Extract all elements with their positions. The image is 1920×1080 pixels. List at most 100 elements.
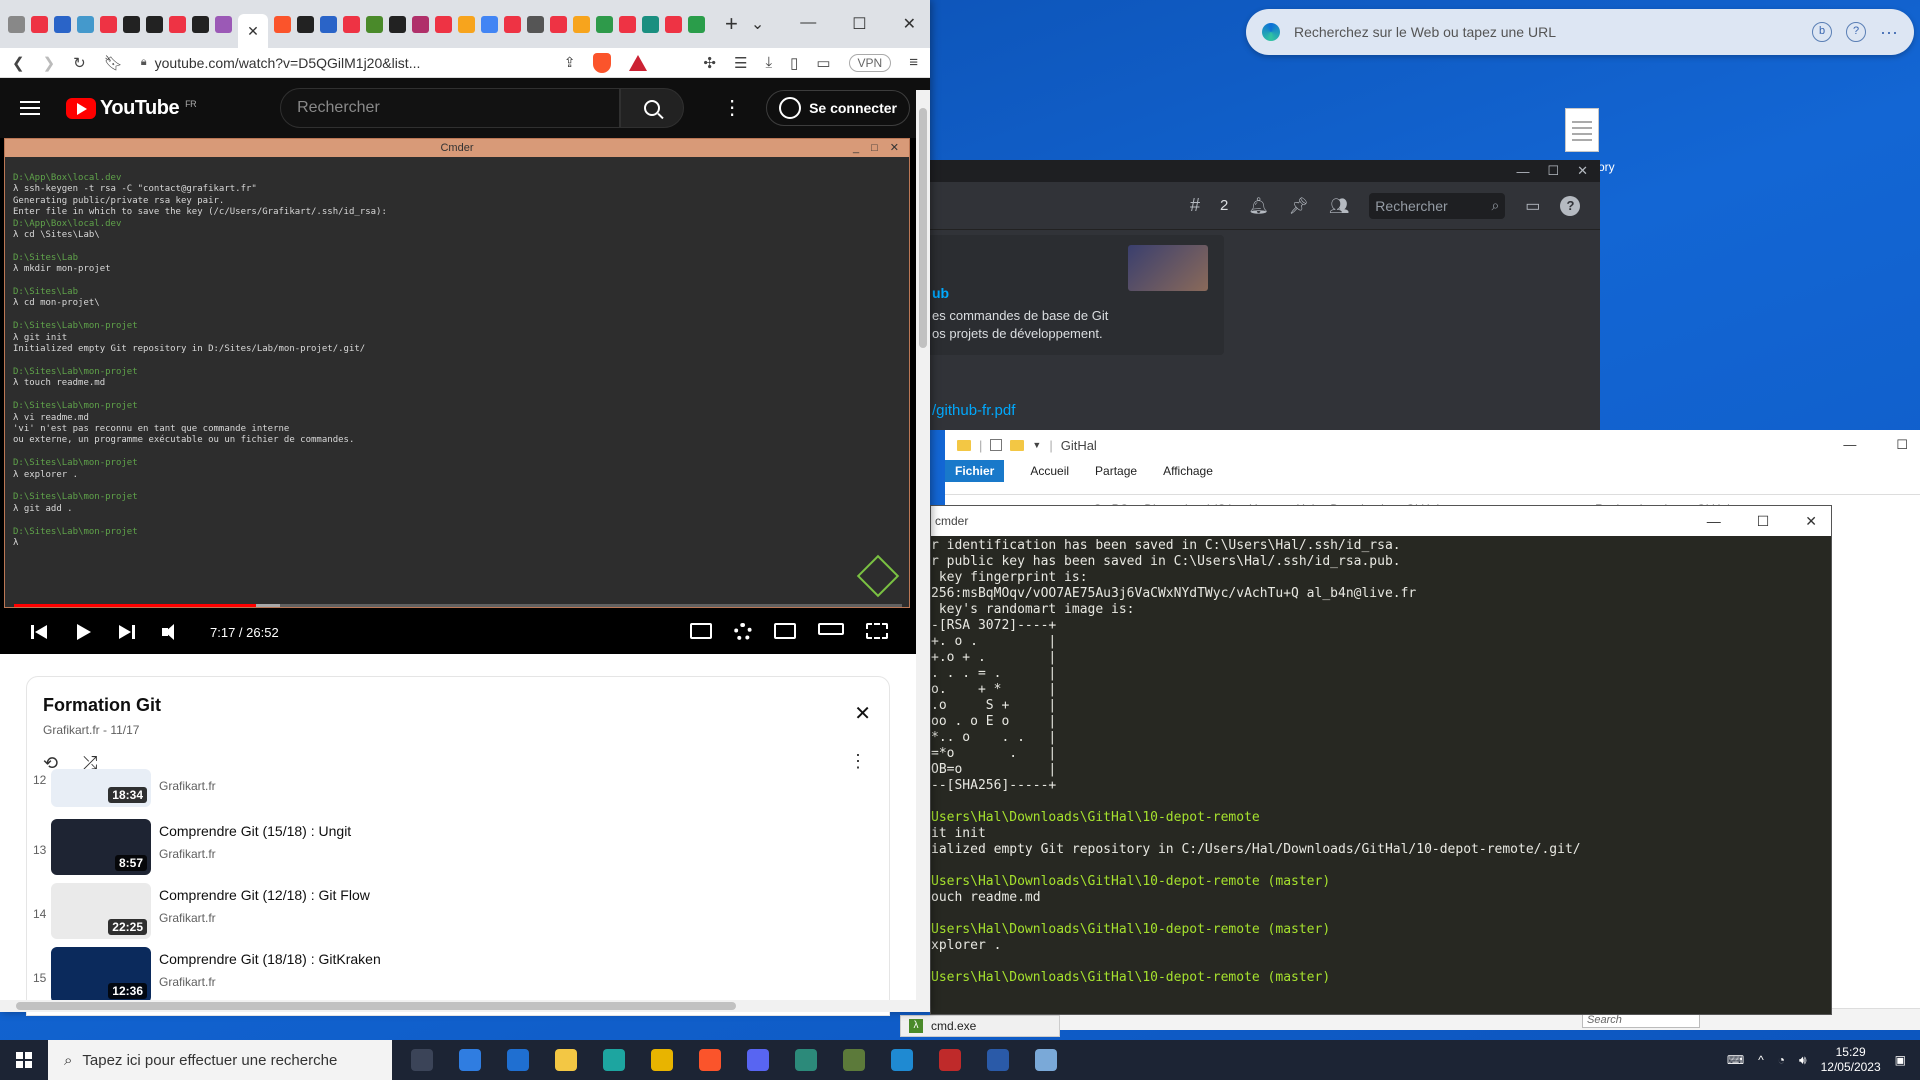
tab-favicon[interactable] [215,15,232,33]
close-icon[interactable]: ✕ [903,14,916,34]
vscode-taskbar-button[interactable] [886,1044,918,1076]
playlist-item[interactable]: 14 22:25 Comprendre Git (12/18) : Git Fl… [27,883,889,947]
tab-favicon[interactable] [504,15,521,33]
volume-icon[interactable]: 🔊︎ [1799,1053,1807,1068]
dropdown-icon[interactable]: ▼ [1032,440,1041,450]
bell-icon[interactable]: 🔔︎ [1248,196,1268,216]
reload-icon[interactable]: ↻ [73,54,86,72]
members-icon[interactable]: 👥︎ [1329,196,1349,216]
tab-favicon[interactable] [320,15,337,33]
discord-search-input[interactable]: Rechercher ⌕ [1369,192,1506,219]
tab-fichier[interactable]: Fichier [945,460,1005,482]
menu-icon[interactable]: ≡ [909,54,918,71]
close-icon[interactable]: ✕ [1805,513,1817,530]
volume-icon[interactable] [160,621,182,643]
threads-icon[interactable]: # [1190,195,1200,216]
more-options-icon[interactable]: ⋮ [849,751,867,772]
inbox-icon[interactable]: ▭ [1525,196,1540,216]
tab-favicon[interactable] [481,15,498,33]
playlist-item[interactable]: 13 8:57 Comprendre Git (15/18) : Ungit G… [27,819,889,883]
extensions-icon[interactable]: ✣ [703,54,716,72]
video-title[interactable]: Comprendre Git (18/18) : GitKraken [159,951,381,967]
notepad-taskbar-button[interactable] [1030,1044,1062,1076]
close-icon[interactable]: ✕ [854,701,871,726]
tab-favicon[interactable] [146,15,163,33]
download-icon[interactable]: ⤓ [765,54,772,71]
tab-favicon[interactable] [77,15,94,33]
tab-favicon[interactable] [169,15,186,33]
task-view-taskbar-button[interactable] [406,1044,438,1076]
taskbar-search-input[interactable]: ⌕ Tapez ici pour effectuer une recherche [48,1040,392,1080]
tab-favicon[interactable] [31,15,48,33]
forward-icon[interactable]: ❯ [43,54,56,72]
video-player[interactable]: Cmder _ □ ✕ D:\App\Box\local.dev λ ssh-key… [0,138,916,654]
tab-favicon[interactable] [665,15,682,33]
brave-shield-icon[interactable] [593,52,612,73]
maximize-icon[interactable]: ☐ [852,14,866,34]
help-icon[interactable]: ? [1846,22,1867,42]
tab-favicon[interactable] [619,15,636,33]
tab-favicon[interactable] [596,15,613,33]
video-thumbnail[interactable]: 18:34 [51,769,151,807]
checkbox-icon[interactable] [990,439,1003,451]
tab-favicon[interactable] [54,15,71,33]
brave-taskbar-button[interactable] [694,1044,726,1076]
playlist-title[interactable]: Formation Git [43,695,161,716]
pdf-link[interactable]: /github-fr.pdf [932,402,1015,419]
tab-favicon[interactable] [100,15,117,33]
vpn-button[interactable]: VPN [848,53,892,72]
share-icon[interactable]: ⇪ [564,54,576,71]
taskbar-clock[interactable]: 15:29 12/05/2023 [1821,1045,1881,1075]
tab-favicon[interactable] [412,15,429,33]
video-progress-bar[interactable] [14,604,902,607]
embed-thumbnail[interactable] [1128,245,1208,291]
theater-mode-icon[interactable] [818,623,844,635]
bookmark-icon[interactable]: 🔖︎ [104,54,123,72]
next-icon[interactable] [116,621,138,643]
tab-favicon[interactable] [573,15,590,33]
scrollbar-thumb[interactable] [919,108,927,348]
youtube-logo[interactable]: YouTube FR [66,97,197,120]
previous-icon[interactable] [28,621,50,643]
cmder-console-tab[interactable]: λ cmd.exe [900,1015,1060,1037]
powershell-taskbar-button[interactable] [982,1044,1014,1076]
channel-name[interactable]: Grafikart.fr [159,847,216,861]
fullscreen-icon[interactable] [866,623,888,639]
new-tab-button[interactable]: + [725,11,738,37]
tab-accueil[interactable]: Accueil [1030,464,1069,478]
help-icon[interactable]: ? [1560,195,1581,216]
miniplayer-icon[interactable] [774,623,796,639]
gitkraken-taskbar-button[interactable] [790,1044,822,1076]
maximize-icon[interactable]: ☐ [1547,163,1559,179]
video-thumbnail[interactable]: 8:57 [51,819,151,875]
network-icon[interactable]: ◔ [1778,1053,1785,1067]
store-taskbar-button[interactable] [454,1044,486,1076]
embed-title[interactable]: ub [932,285,949,301]
play-icon[interactable] [72,621,94,643]
tab-favicon[interactable] [123,15,140,33]
keyboard-icon[interactable]: ⌨ [1727,1053,1744,1067]
tab-favicon[interactable] [366,15,383,33]
tab-favicon[interactable] [688,15,705,33]
mail-taskbar-button[interactable] [502,1044,534,1076]
video-thumbnail[interactable]: 22:25 [51,883,151,939]
pin-icon[interactable]: 📌︎ [1289,196,1309,216]
more-icon[interactable]: ··· [1880,22,1898,43]
discord-taskbar-button[interactable] [742,1044,774,1076]
youtube-search-input[interactable]: Rechercher [280,88,621,128]
chevron-up-icon[interactable]: ^ [1758,1053,1764,1067]
horizontal-scrollbar[interactable] [0,1000,916,1012]
tab-affichage[interactable]: Affichage [1163,464,1213,478]
channel-name[interactable]: Grafikart.fr [159,779,216,793]
tab-favicon[interactable] [297,15,314,33]
tab-favicon[interactable] [8,15,25,33]
minimize-icon[interactable]: — [1843,437,1856,453]
bing-icon[interactable]: b [1812,22,1833,42]
video-title[interactable]: Comprendre Git (12/18) : Git Flow [159,887,370,903]
tab-favicon[interactable] [458,15,475,33]
channel-name[interactable]: Grafikart.fr [159,975,216,989]
tab-favicon[interactable] [274,15,291,33]
vertical-scrollbar[interactable] [916,90,930,1012]
subtitles-icon[interactable] [690,623,712,639]
video-thumbnail[interactable]: 12:36 [51,947,151,1003]
